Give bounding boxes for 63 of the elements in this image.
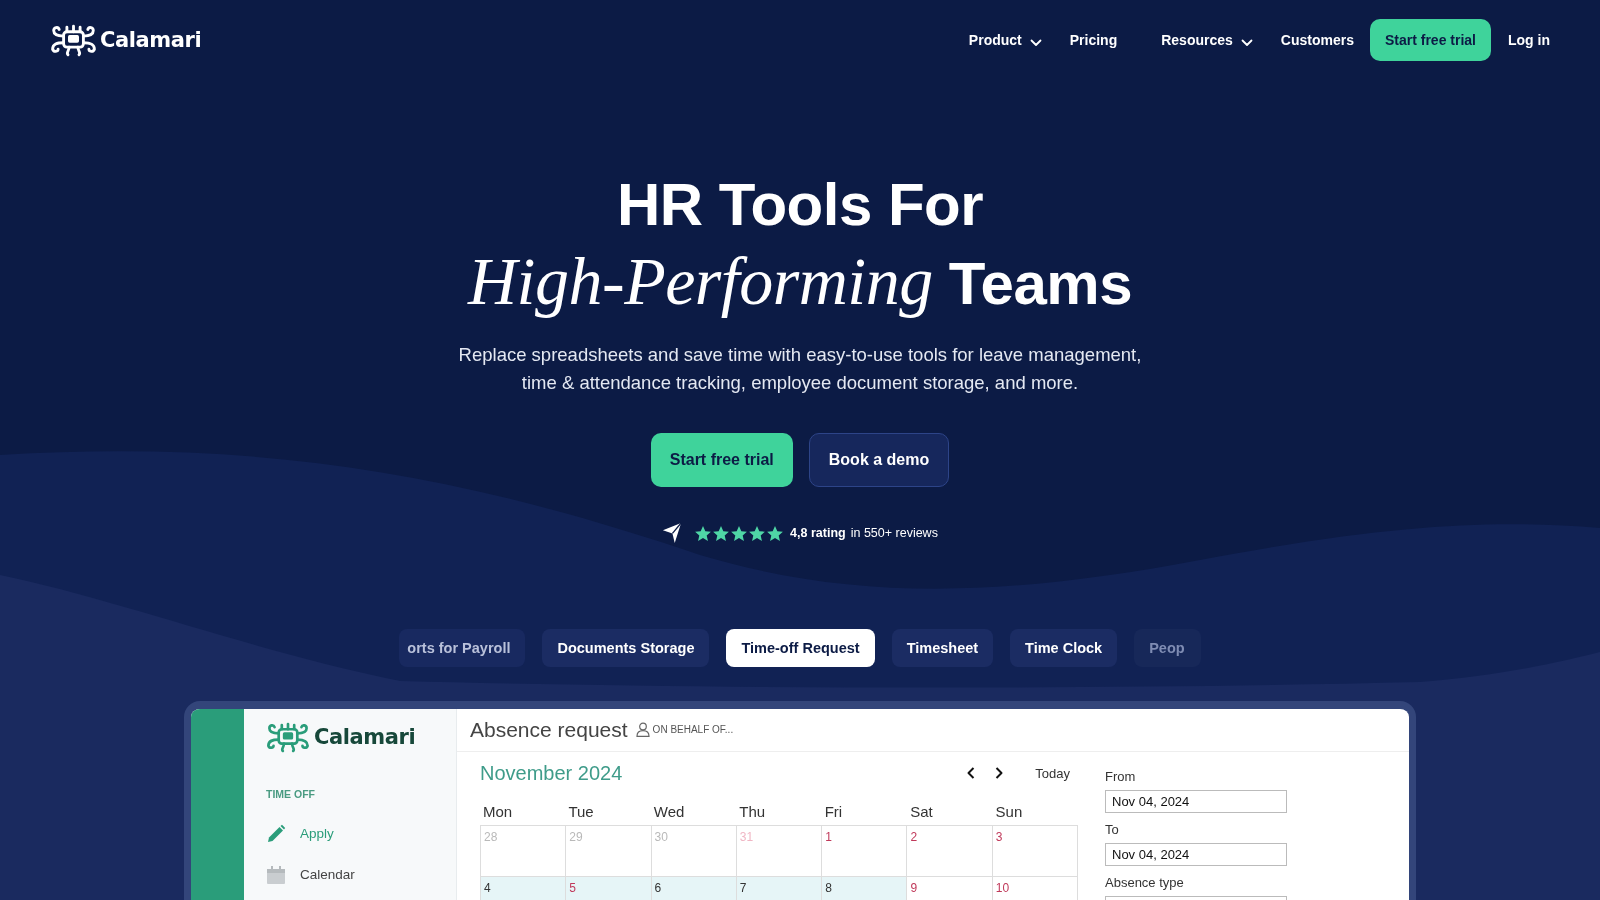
nav-link[interactable]: Pricing bbox=[1069, 32, 1118, 48]
chevron-right-icon bbox=[995, 767, 1004, 779]
weekday-label: Mon bbox=[482, 802, 514, 822]
feature-tab[interactable]: Time-off Request bbox=[726, 629, 875, 667]
page-title: Absence request bbox=[470, 718, 628, 742]
feature-tab[interactable]: Time Clock bbox=[1010, 629, 1118, 667]
logo-icon bbox=[50, 23, 97, 57]
person-icon bbox=[635, 721, 650, 737]
chevron-left-icon bbox=[967, 767, 976, 779]
nav-link[interactable]: Product bbox=[968, 31, 1042, 49]
field-label: From bbox=[1105, 769, 1136, 785]
calendar-day-cell[interactable]: 3 bbox=[991, 825, 1077, 876]
weekday-label: Sat bbox=[909, 802, 934, 822]
logo-icon bbox=[266, 721, 310, 753]
calendar-icon bbox=[266, 864, 286, 885]
start-trial-button[interactable]: Start free trial bbox=[1369, 19, 1491, 61]
star-icon bbox=[731, 525, 748, 541]
input-field[interactable]: Nov 04, 2024 bbox=[1105, 790, 1287, 813]
sidebar-section-title: TIME OFF bbox=[266, 787, 315, 801]
feature-tab[interactable]: Peop bbox=[1134, 629, 1201, 667]
review-count: in 550+ reviews bbox=[850, 526, 938, 540]
star-icon bbox=[695, 525, 712, 541]
hero-title: HR Tools For bbox=[616, 170, 984, 240]
hero-subtitle: Replace spreadsheets and save time with easy-to-use tools for leave management, time & attendance tracking, employee document storage, and more. bbox=[457, 343, 1143, 395]
weekday-label: Fri bbox=[823, 802, 844, 822]
weekday-label: Tue bbox=[567, 802, 595, 822]
rating-score: 4,8 rating bbox=[790, 526, 846, 540]
weekday-label: Sun bbox=[994, 802, 1024, 822]
previous-month-button[interactable] bbox=[967, 767, 976, 779]
nav-link[interactable]: Resources bbox=[1161, 31, 1253, 49]
paper-plane-icon bbox=[662, 522, 683, 544]
calendar-day-cell[interactable]: 7 bbox=[735, 876, 822, 900]
calendar-day-cell[interactable]: 9 bbox=[906, 876, 992, 900]
calendar-day-cell[interactable]: 10 bbox=[991, 876, 1077, 900]
login-link[interactable]: Log in bbox=[1508, 32, 1550, 48]
calendar-day-cell[interactable]: 4 bbox=[480, 876, 566, 900]
month-title: November 2024 bbox=[480, 761, 623, 785]
logo-text: Calamari bbox=[314, 725, 416, 749]
feature-tab[interactable]: Documents Storage bbox=[542, 629, 710, 667]
calendar-day-cell[interactable]: 6 bbox=[650, 876, 736, 900]
calendar-day-cell[interactable]: 5 bbox=[565, 876, 651, 900]
today-button[interactable]: Today bbox=[1035, 765, 1070, 781]
next-month-button[interactable] bbox=[995, 767, 1004, 779]
on-behalf-button[interactable]: ON BEHALF OF... bbox=[635, 721, 734, 737]
calendar-day-cell[interactable]: 8 bbox=[821, 876, 907, 900]
book-demo-button[interactable]: Book a demo bbox=[808, 433, 950, 487]
star-icon bbox=[713, 525, 730, 541]
input-field[interactable]: Nov 04, 2024 bbox=[1105, 843, 1287, 866]
weekday-label: Wed bbox=[652, 802, 686, 822]
field-label: To bbox=[1105, 822, 1119, 838]
feature-tab[interactable]: Timesheet bbox=[891, 629, 994, 667]
pencil-icon bbox=[266, 823, 286, 844]
field-label: Absence type bbox=[1105, 875, 1184, 891]
star-icon bbox=[767, 525, 784, 541]
hero-title: High-Performing Teams bbox=[468, 243, 1132, 319]
logo-text[interactable]: Calamari bbox=[100, 28, 202, 52]
weekday-label: Thu bbox=[738, 802, 767, 822]
sidebar-item[interactable]: Calendar bbox=[266, 854, 456, 895]
nav-link[interactable]: Customers bbox=[1280, 32, 1354, 48]
star-icon bbox=[749, 525, 766, 541]
start-trial-button[interactable]: Start free trial bbox=[650, 433, 793, 487]
calendar-day-cell[interactable]: 2 bbox=[906, 825, 992, 876]
feature-tab[interactable]: orts for Payroll bbox=[399, 629, 526, 667]
